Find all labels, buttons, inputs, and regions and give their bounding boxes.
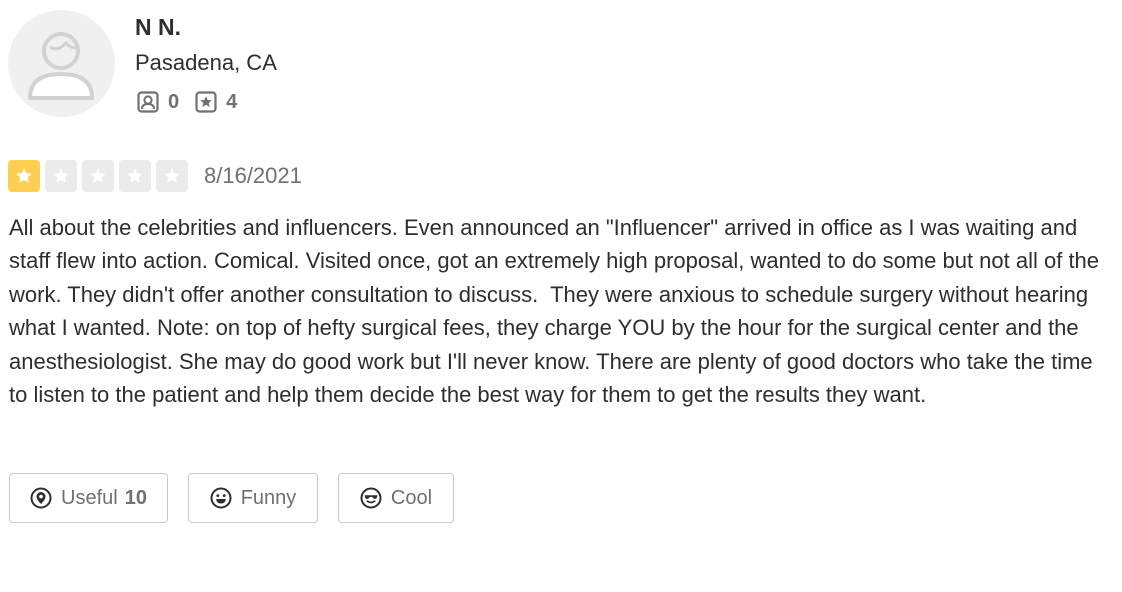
friends-stat: 0: [137, 90, 179, 114]
default-user-icon: [28, 32, 94, 100]
friends-icon: [137, 91, 159, 113]
user-stats: 0 4: [137, 90, 253, 114]
reviews-count: 4: [226, 91, 238, 113]
star-empty-icon: [119, 160, 151, 192]
reaction-buttons: Useful 10 Funny Cool: [9, 473, 474, 523]
funny-button[interactable]: Funny: [188, 473, 318, 523]
funny-label: Funny: [240, 486, 297, 509]
star-empty-icon: [45, 160, 77, 192]
cool-label: Cool: [390, 486, 433, 509]
user-location: Pasadena, CA: [135, 50, 277, 75]
cool-button[interactable]: Cool: [338, 473, 454, 523]
reviews-stat: 4: [195, 90, 237, 114]
review-text: All about the celebrities and influencer…: [9, 215, 1106, 408]
user-name[interactable]: N N.: [135, 12, 181, 42]
star-empty-icon: [156, 160, 188, 192]
useful-button[interactable]: Useful 10: [9, 473, 168, 523]
review-star-icon: [195, 91, 217, 113]
review-date: 8/16/2021: [204, 163, 302, 188]
useful-label: Useful: [61, 486, 118, 509]
avatar[interactable]: [8, 10, 115, 117]
star-empty-icon: [82, 160, 114, 192]
useful-pin-icon: [30, 487, 52, 509]
review-rating-row: 8/16/2021: [8, 159, 302, 193]
useful-count: 10: [124, 486, 147, 509]
star-rating: [8, 160, 193, 192]
friends-count: 0: [168, 91, 180, 113]
star-filled-icon: [8, 160, 40, 192]
cool-face-icon: [360, 487, 382, 509]
funny-face-icon: [210, 487, 232, 509]
